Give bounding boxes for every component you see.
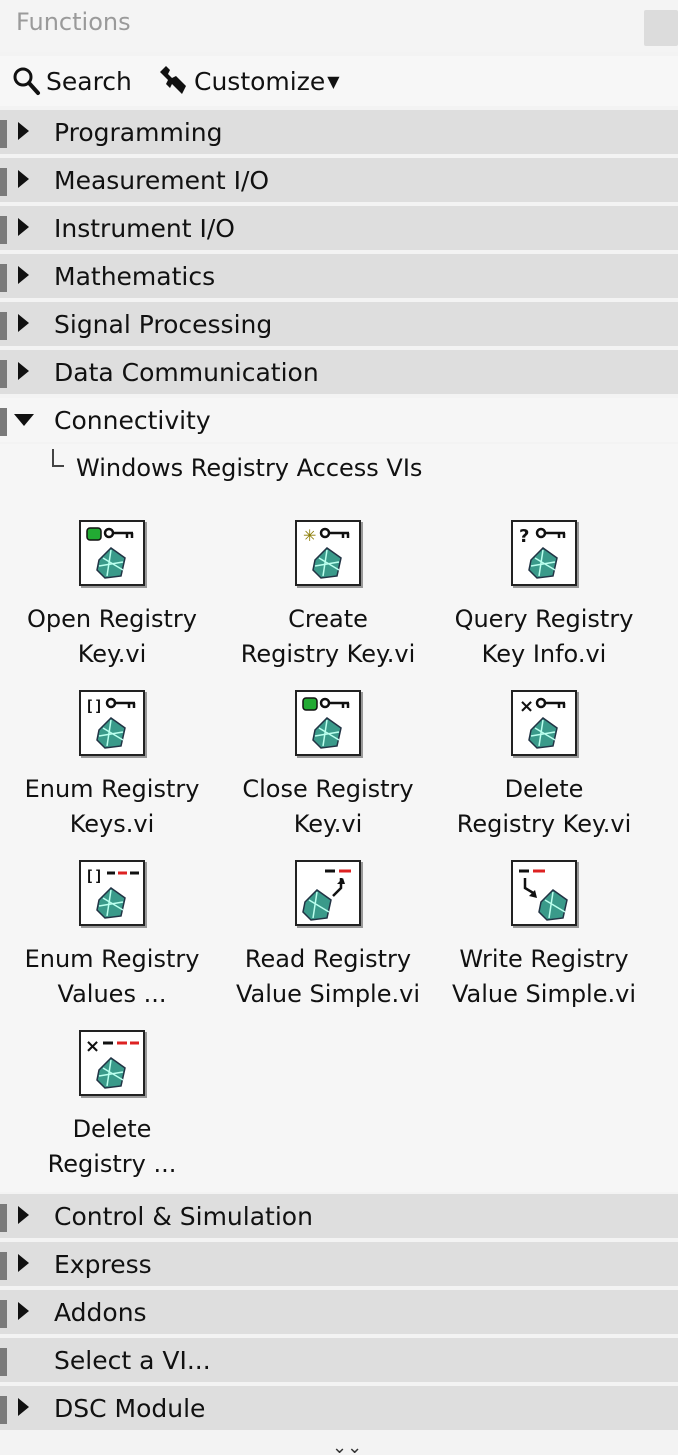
palette-titlebar: Functions bbox=[0, 0, 678, 52]
expand-arrow-icon bbox=[18, 122, 29, 140]
expand-arrow-icon bbox=[18, 1302, 29, 1320]
palette-toolbar: Search Customize ▼ bbox=[0, 56, 678, 106]
customize-button-label: Customize bbox=[194, 66, 326, 96]
category-dsc-module[interactable]: DSC Module bbox=[0, 1386, 678, 1432]
delete-registry-value-icon: × bbox=[79, 1030, 145, 1096]
enum-registry-values-icon: [] bbox=[79, 860, 145, 926]
category-handle bbox=[0, 1204, 7, 1232]
category-label: Instrument I/O bbox=[54, 214, 235, 243]
category-label: Control & Simulation bbox=[54, 1202, 313, 1231]
category-label: Select a VI... bbox=[54, 1346, 211, 1375]
vi-query-registry-key-info[interactable]: ? Query Registry Key Info.vi bbox=[436, 520, 652, 690]
expand-arrow-icon bbox=[18, 1254, 29, 1272]
open-registry-key-icon bbox=[79, 520, 145, 586]
svg-text:[]: [] bbox=[85, 697, 103, 715]
category-express[interactable]: Express bbox=[0, 1242, 678, 1288]
category-label: Addons bbox=[54, 1298, 147, 1327]
svg-text:?: ? bbox=[519, 526, 529, 547]
more-categories-chevron-icon[interactable]: ⌄⌄ bbox=[332, 1437, 362, 1455]
wrench-icon bbox=[160, 66, 186, 94]
category-mathematics[interactable]: Mathematics bbox=[0, 254, 678, 300]
vi-label: Open Registry Key.vi bbox=[27, 605, 197, 668]
category-handle bbox=[0, 360, 7, 388]
search-icon bbox=[13, 67, 40, 95]
expand-arrow-icon bbox=[18, 314, 29, 332]
category-label: Programming bbox=[54, 118, 223, 147]
svg-text:[]: [] bbox=[85, 867, 103, 885]
category-label: Measurement I/O bbox=[54, 166, 270, 195]
category-measurement-io[interactable]: Measurement I/O bbox=[0, 158, 678, 204]
vi-write-registry-value-simple[interactable]: Write Registry Value Simple.vi bbox=[436, 860, 652, 1030]
expand-arrow-icon bbox=[18, 218, 29, 236]
query-registry-key-icon: ? bbox=[511, 520, 577, 586]
delete-registry-key-icon: × bbox=[511, 690, 577, 756]
search-button[interactable]: Search bbox=[10, 64, 132, 98]
vi-label: Read Registry Value Simple.vi bbox=[236, 945, 420, 1008]
close-registry-key-icon bbox=[295, 690, 361, 756]
enum-registry-keys-icon: [] bbox=[79, 690, 145, 756]
vi-read-registry-value-simple[interactable]: Read Registry Value Simple.vi bbox=[220, 860, 436, 1030]
category-label: Connectivity bbox=[54, 406, 211, 435]
category-label: Data Communication bbox=[54, 358, 319, 387]
category-select-a-vi[interactable]: Select a VI... bbox=[0, 1338, 678, 1384]
expand-arrow-icon bbox=[18, 1206, 29, 1224]
tree-connector bbox=[52, 449, 64, 467]
read-registry-value-icon bbox=[295, 860, 361, 926]
category-programming[interactable]: Programming bbox=[0, 110, 678, 156]
vi-delete-registry-key[interactable]: × Delete Registry Key.vi bbox=[436, 690, 652, 860]
vi-enum-registry-keys[interactable]: [] Enum Registry Keys.vi bbox=[4, 690, 220, 860]
category-handle bbox=[0, 408, 7, 436]
customize-button[interactable]: Customize ▼ bbox=[156, 64, 340, 98]
category-signal-processing[interactable]: Signal Processing bbox=[0, 302, 678, 348]
svg-text:×: × bbox=[85, 1036, 100, 1057]
category-data-communication[interactable]: Data Communication bbox=[0, 350, 678, 396]
svg-text:×: × bbox=[519, 696, 534, 717]
vi-label: Query Registry Key Info.vi bbox=[454, 605, 634, 668]
search-button-label: Search bbox=[46, 66, 132, 96]
category-handle bbox=[0, 264, 7, 292]
category-handle bbox=[0, 168, 7, 196]
expand-arrow-icon bbox=[18, 362, 29, 380]
category-handle bbox=[0, 216, 7, 244]
connectivity-subpalette: Windows Registry Access VIs Open Registr… bbox=[0, 444, 678, 1192]
category-handle bbox=[0, 1396, 7, 1424]
vi-enum-registry-values[interactable]: [] Enum Registry Values ... bbox=[4, 860, 220, 1030]
vi-label: Enum Registry Keys.vi bbox=[24, 775, 200, 838]
subpalette-title: Windows Registry Access VIs bbox=[76, 454, 423, 482]
svg-text:✳: ✳ bbox=[303, 526, 316, 545]
dropdown-arrow-icon: ▼ bbox=[327, 71, 340, 91]
palette-title: Functions bbox=[16, 8, 131, 36]
vi-delete-registry-value[interactable]: × Delete Registry ... bbox=[4, 1030, 220, 1200]
vi-close-registry-key[interactable]: Close Registry Key.vi bbox=[220, 690, 436, 860]
category-label: Mathematics bbox=[54, 262, 216, 291]
category-label: DSC Module bbox=[54, 1394, 206, 1423]
vi-label: Delete Registry Key.vi bbox=[456, 775, 632, 838]
collapse-arrow-icon bbox=[14, 414, 34, 426]
vi-label: Close Registry Key.vi bbox=[242, 775, 414, 838]
category-label: Express bbox=[54, 1250, 152, 1279]
category-handle bbox=[0, 1252, 7, 1280]
category-handle bbox=[0, 312, 7, 340]
category-label: Signal Processing bbox=[54, 310, 273, 339]
expand-arrow-icon bbox=[18, 170, 29, 188]
vi-label: Enum Registry Values ... bbox=[24, 945, 200, 1008]
category-handle bbox=[0, 1300, 7, 1328]
category-control-simulation[interactable]: Control & Simulation bbox=[0, 1194, 678, 1240]
category-instrument-io[interactable]: Instrument I/O bbox=[0, 206, 678, 252]
expand-arrow-icon bbox=[18, 1398, 29, 1416]
expand-arrow-icon bbox=[18, 266, 29, 284]
vi-label: Write Registry Value Simple.vi bbox=[452, 945, 636, 1008]
category-handle bbox=[0, 120, 7, 148]
vi-open-registry-key[interactable]: Open Registry Key.vi bbox=[4, 520, 220, 690]
create-registry-key-icon: ✳ bbox=[295, 520, 361, 586]
vi-label: Create Registry Key.vi bbox=[240, 605, 416, 668]
pin-icon[interactable] bbox=[644, 10, 678, 46]
vi-create-registry-key[interactable]: ✳ Create Registry Key.vi bbox=[220, 520, 436, 690]
category-handle bbox=[0, 1348, 7, 1376]
write-registry-value-icon bbox=[511, 860, 577, 926]
category-connectivity[interactable]: Connectivity bbox=[0, 398, 678, 444]
category-addons[interactable]: Addons bbox=[0, 1290, 678, 1336]
vi-label: Delete Registry ... bbox=[47, 1115, 177, 1178]
